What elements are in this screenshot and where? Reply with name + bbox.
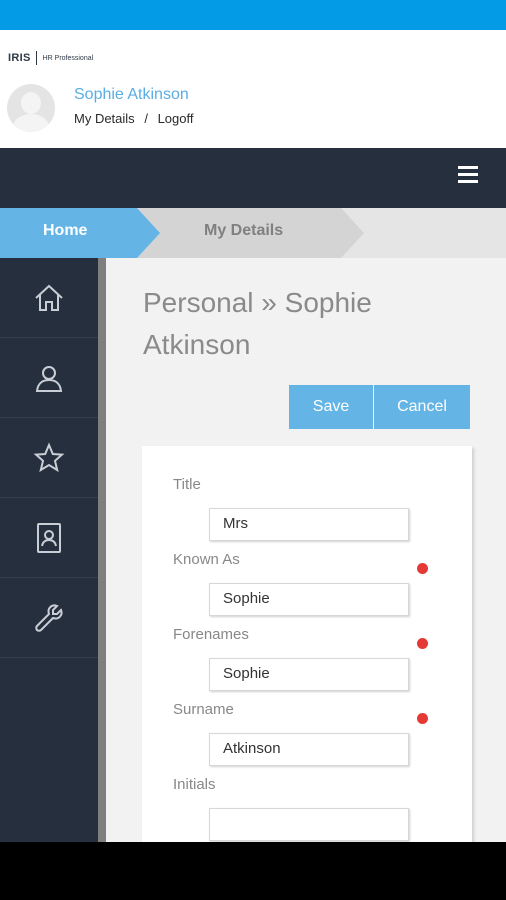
initials-field[interactable] bbox=[209, 808, 409, 841]
avatar[interactable] bbox=[7, 84, 55, 132]
wrench-icon bbox=[35, 604, 63, 632]
surname-label: Surname bbox=[173, 701, 234, 718]
sidebar-item-home[interactable] bbox=[0, 258, 98, 338]
breadcrumb-my-details[interactable]: My Details bbox=[136, 208, 364, 258]
hamburger-menu-icon[interactable] bbox=[458, 166, 478, 184]
forenames-field[interactable]: Sophie bbox=[209, 658, 409, 691]
user-links: My Details / Logoff bbox=[74, 111, 193, 126]
sidebar-item-contacts[interactable] bbox=[0, 498, 98, 578]
sidebar-item-tools[interactable] bbox=[0, 578, 98, 658]
main-content: Personal » Sophie Atkinson Save Cancel T… bbox=[106, 258, 506, 842]
status-bar bbox=[0, 0, 506, 30]
user-name[interactable]: Sophie Atkinson bbox=[74, 86, 189, 104]
app-header: IRIS HR Professional Sophie Atkinson My … bbox=[0, 30, 506, 148]
sidebar bbox=[0, 258, 98, 842]
link-separator: / bbox=[144, 111, 148, 126]
logo-text: IRIS bbox=[8, 52, 31, 64]
breadcrumb-home[interactable]: Home bbox=[0, 208, 160, 258]
save-button[interactable]: Save bbox=[289, 385, 373, 429]
required-indicator bbox=[417, 638, 428, 649]
logo-subtitle: HR Professional bbox=[42, 54, 94, 62]
required-indicator bbox=[417, 713, 428, 724]
logo-divider bbox=[35, 51, 37, 65]
known-as-field[interactable]: Sophie bbox=[209, 583, 409, 616]
page-title: Personal » Sophie Atkinson bbox=[143, 287, 372, 360]
contact-card-icon bbox=[37, 522, 61, 553]
forenames-label: Forenames bbox=[173, 626, 249, 643]
breadcrumb-home-label: Home bbox=[43, 222, 88, 239]
cancel-button[interactable]: Cancel bbox=[374, 385, 470, 429]
avatar-body bbox=[13, 114, 49, 132]
breadcrumb-my-details-label: My Details bbox=[204, 222, 284, 239]
title-field[interactable]: Mrs bbox=[209, 508, 409, 541]
personal-form-card: Title Mrs Known As Sophie Forenames Soph… bbox=[142, 446, 472, 842]
known-as-label: Known As bbox=[173, 551, 240, 568]
home-icon bbox=[35, 284, 63, 311]
star-icon bbox=[33, 441, 65, 472]
sidebar-edge bbox=[98, 258, 106, 842]
top-nav-bar bbox=[0, 148, 506, 208]
sidebar-item-profile[interactable] bbox=[0, 338, 98, 418]
logoff-link[interactable]: Logoff bbox=[158, 111, 194, 126]
sidebar-item-favourites[interactable] bbox=[0, 418, 98, 498]
surname-field[interactable]: Atkinson bbox=[209, 733, 409, 766]
title-label: Title bbox=[173, 476, 201, 493]
avatar-head bbox=[21, 92, 41, 114]
my-details-link[interactable]: My Details bbox=[74, 111, 135, 126]
breadcrumb: My Details Home bbox=[0, 208, 506, 258]
required-indicator bbox=[417, 563, 428, 574]
iris-logo: IRIS HR Professional bbox=[8, 51, 93, 65]
initials-label: Initials bbox=[173, 776, 216, 793]
system-nav-bar bbox=[0, 842, 506, 900]
person-icon bbox=[35, 365, 63, 392]
